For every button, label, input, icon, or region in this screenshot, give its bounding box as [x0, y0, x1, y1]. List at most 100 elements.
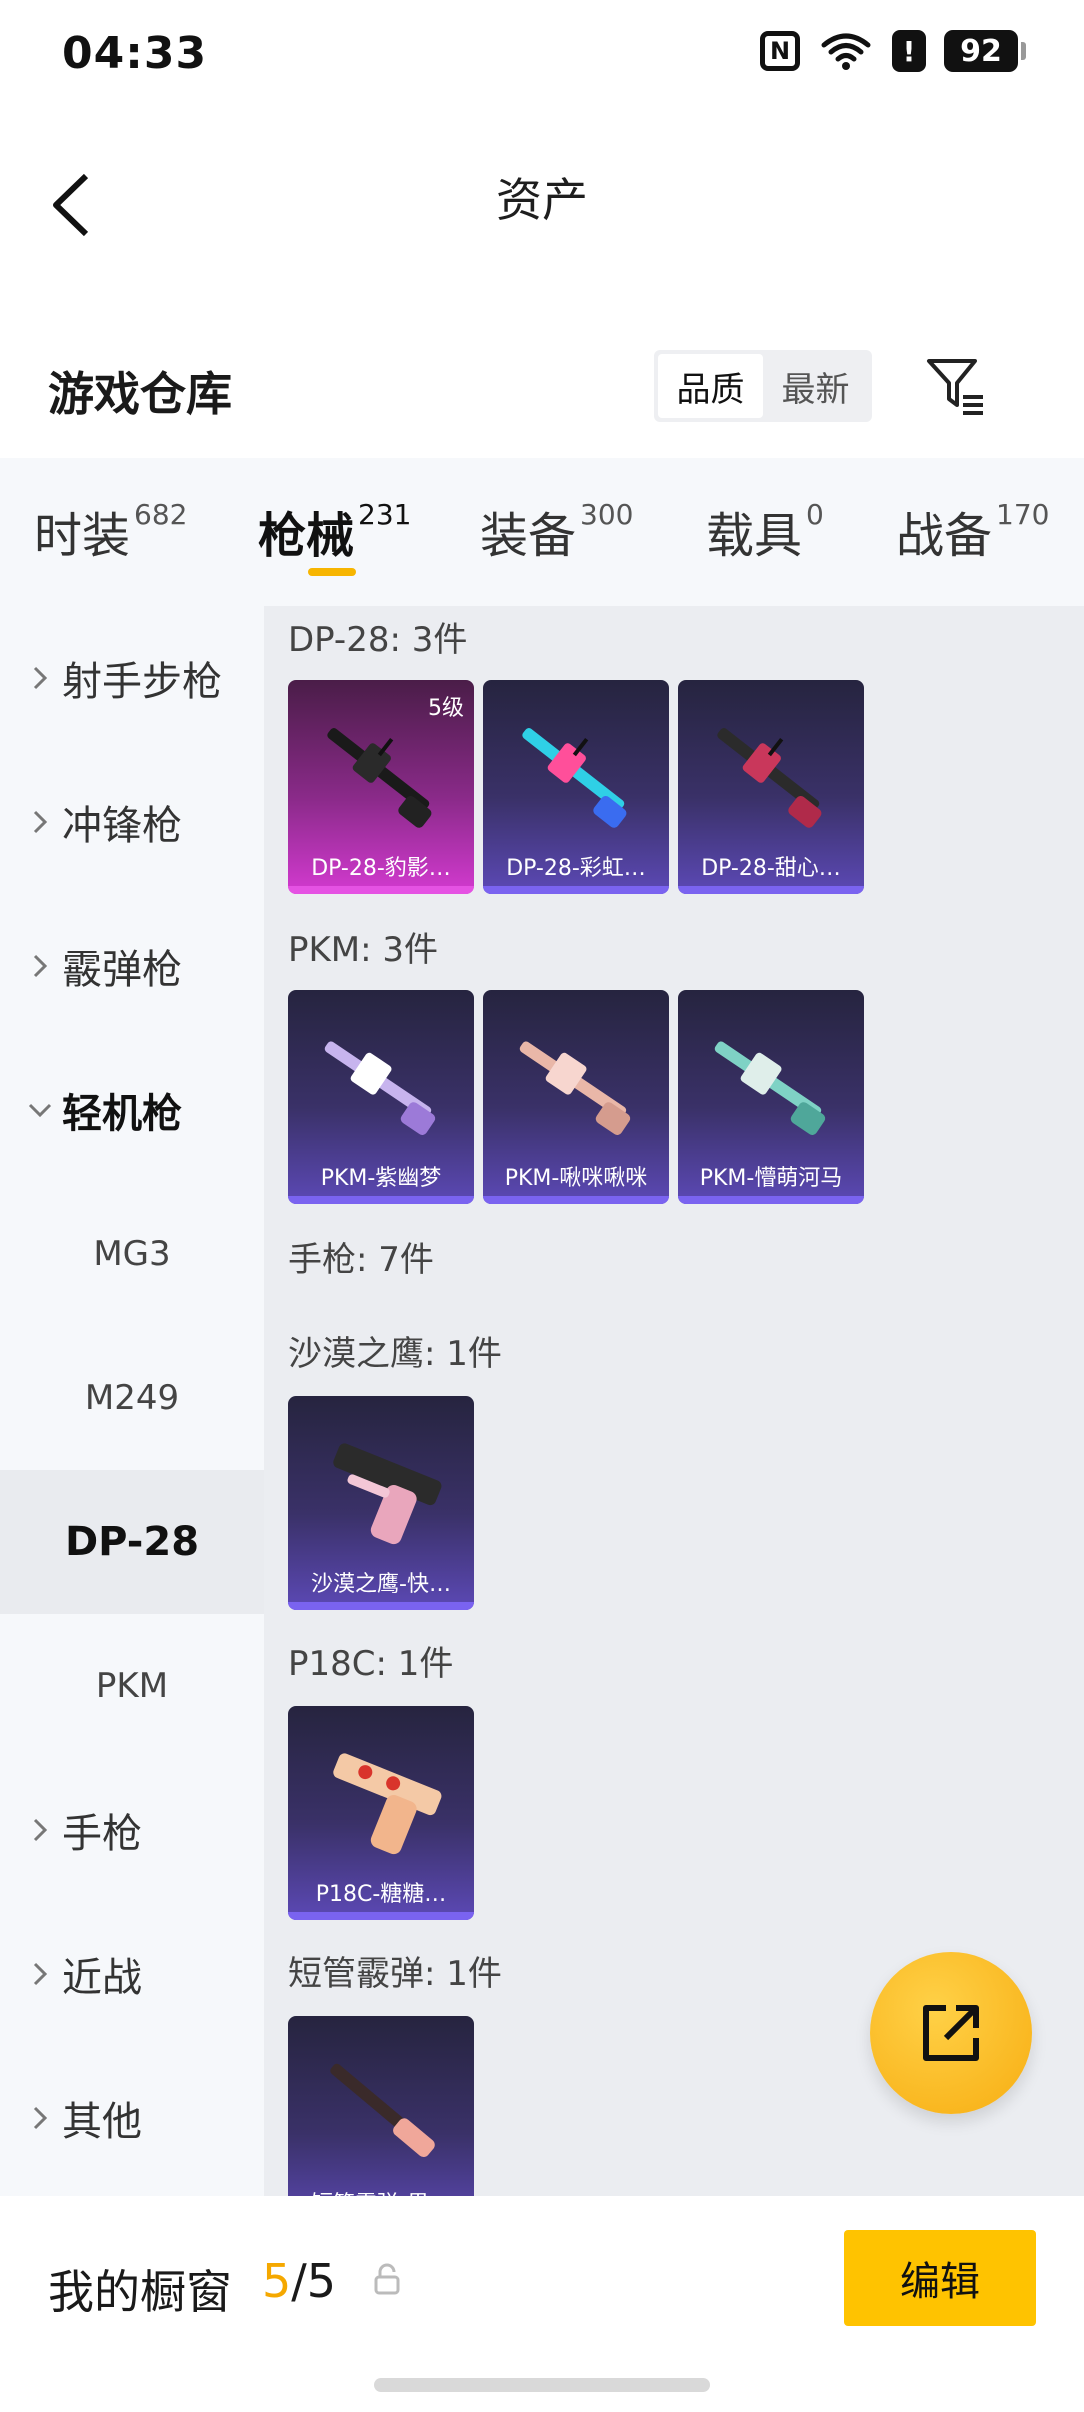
pistol-icon [333, 1753, 442, 1855]
card-label: 短管霰弹-果… [288, 2186, 474, 2196]
sidebar-item-smg[interactable]: 冲锋枪 [0, 750, 264, 894]
card-rarity-stripe [678, 886, 864, 894]
weapon-card[interactable]: 短管霰弹-果… [288, 2016, 474, 2196]
chevron-right-icon [22, 1961, 58, 1987]
chevron-right-icon [22, 2105, 58, 2131]
weapon-card[interactable]: P18C-糖糖… [288, 1706, 474, 1920]
card-label: PKM-懵萌河马 [699, 1166, 843, 1191]
status-bar: 04:33 N ! 92 [0, 0, 1084, 110]
section-title: P18C: 1件 [288, 1644, 454, 1684]
card-rarity-stripe [678, 1196, 864, 1204]
section-title: DP-28: 3件 [288, 620, 468, 660]
sidebar-subitem-pkm[interactable]: PKM [0, 1614, 264, 1758]
card-label: DP-28-豹影… [311, 856, 451, 881]
lock-icon [374, 2263, 400, 2295]
machine-gun-icon [522, 728, 627, 828]
card-rarity-stripe [288, 886, 474, 894]
status-icons: N ! 92 [760, 30, 1026, 72]
sort-latest-button[interactable]: 最新 [763, 354, 868, 418]
machine-gun-icon [327, 728, 432, 828]
showcase-count: 5/5 [262, 2254, 336, 2308]
nfc-icon: N [760, 31, 800, 71]
tab-label: 枪械 [258, 508, 355, 564]
weapon-card[interactable]: 沙漠之鹰-快… [288, 1396, 474, 1610]
card-label: P18C-糖糖… [315, 1882, 447, 1907]
card-label: PKM-啾咪啾咪 [504, 1166, 648, 1191]
tab-equipment[interactable]: 装备 300 [480, 496, 633, 566]
sort-quality-button[interactable]: 品质 [658, 354, 763, 418]
tab-count: 231 [358, 498, 412, 531]
filter-icon [927, 359, 983, 415]
weapon-card[interactable]: 5级 DP-28-豹影… [288, 680, 474, 894]
sidebar-item-lmg[interactable]: 轻机枪 [0, 1038, 264, 1182]
sidebar-item-shotgun[interactable]: 霰弹枪 [0, 894, 264, 1038]
home-indicator[interactable] [374, 2378, 710, 2392]
share-fab-button[interactable] [870, 1952, 1032, 2114]
sidebar-item-label: PKM [95, 1666, 169, 1706]
shotgun-icon [330, 2063, 435, 2157]
card-label: DP-28-甜心… [701, 856, 841, 881]
showcase-count-current: 5 [262, 2254, 292, 2308]
warehouse-row: 游戏仓库 品质 最新 [0, 330, 1084, 450]
sidebar-item-label: 其他 [62, 2099, 142, 2145]
machine-gun-icon [519, 1041, 631, 1135]
section-title: PKM: 3件 [288, 930, 439, 970]
tab-firearms[interactable]: 枪械 231 [258, 496, 411, 566]
sidebar-item-label: 手枪 [62, 1811, 142, 1857]
card-label: PKM-紫幽梦 [320, 1166, 442, 1191]
showcase-count-total: /5 [291, 2254, 337, 2308]
tab-supplies[interactable]: 战备 170 [896, 496, 1049, 566]
sidebar-item-label: DP-28 [64, 1519, 200, 1565]
tab-count: 170 [996, 498, 1050, 531]
section-title: 手枪: 7件 [288, 1240, 434, 1280]
wifi-icon [818, 31, 874, 71]
card-rarity-stripe [288, 1602, 474, 1610]
weapon-card[interactable]: DP-28-彩虹… [483, 680, 669, 894]
sidebar-subitem-mg3[interactable]: MG3 [0, 1182, 264, 1326]
tab-count: 0 [806, 498, 824, 531]
edit-button[interactable]: 编辑 [844, 2230, 1036, 2326]
card-rarity-stripe [288, 1196, 474, 1204]
tab-fashion[interactable]: 时装 682 [34, 496, 187, 566]
export-icon [923, 2005, 979, 2061]
chevron-right-icon [22, 1817, 58, 1843]
sidebar-item-label: 轻机枪 [62, 1091, 182, 1137]
active-tab-indicator [308, 568, 356, 576]
card-label: DP-28-彩虹… [506, 856, 646, 881]
tab-label: 时装 [34, 508, 131, 564]
tab-label: 战备 [896, 508, 993, 564]
chevron-right-icon [22, 665, 58, 691]
tab-vehicles[interactable]: 载具 0 [706, 496, 824, 566]
tab-count: 682 [134, 498, 188, 531]
sidebar-item-label: MG3 [93, 1234, 171, 1274]
sidebar-item-melee[interactable]: 近战 [0, 1902, 264, 2046]
sidebar: 射手步枪 冲锋枪 霰弹枪 轻机枪 MG3 M249 DP-28 PKM 手枪 近… [0, 606, 264, 2196]
sidebar-item-other[interactable]: 其他 [0, 2046, 264, 2190]
card-label: 沙漠之鹰-快… [311, 1572, 451, 1597]
section-title: 短管霰弹: 1件 [288, 1954, 502, 1994]
category-tabs: 时装 682 枪械 231 装备 300 载具 0 战备 170 [0, 458, 1084, 606]
weapon-card[interactable]: DP-28-甜心… [678, 680, 864, 894]
tab-count: 300 [580, 498, 634, 531]
sidebar-item-pistol[interactable]: 手枪 [0, 1758, 264, 1902]
header: 资产 [0, 110, 1084, 280]
showcase-title: 我的橱窗 [48, 2265, 232, 2319]
sidebar-subitem-m249[interactable]: M249 [0, 1326, 264, 1470]
sidebar-item-marksman-rifle[interactable]: 射手步枪 [0, 606, 264, 750]
sort-toggle: 品质 最新 [654, 350, 872, 422]
chevron-right-icon [22, 809, 58, 835]
showcase-bar: 我的橱窗 5/5 编辑 [0, 2196, 1084, 2412]
pistol-icon [333, 1443, 442, 1545]
chevron-down-icon [22, 1102, 58, 1118]
weapon-card[interactable]: PKM-啾咪啾咪 [483, 990, 669, 1204]
status-time: 04:33 [62, 28, 208, 79]
weapon-card[interactable]: PKM-懵萌河马 [678, 990, 864, 1204]
alert-icon: ! [892, 30, 926, 72]
filter-button[interactable] [920, 350, 992, 422]
warehouse-title: 游戏仓库 [48, 367, 232, 421]
sidebar-item-label: M249 [84, 1378, 180, 1418]
machine-gun-icon [717, 728, 822, 828]
sidebar-subitem-dp28[interactable]: DP-28 [0, 1470, 264, 1614]
weapon-card[interactable]: PKM-紫幽梦 [288, 990, 474, 1204]
sidebar-item-label: 射手步枪 [62, 659, 222, 705]
